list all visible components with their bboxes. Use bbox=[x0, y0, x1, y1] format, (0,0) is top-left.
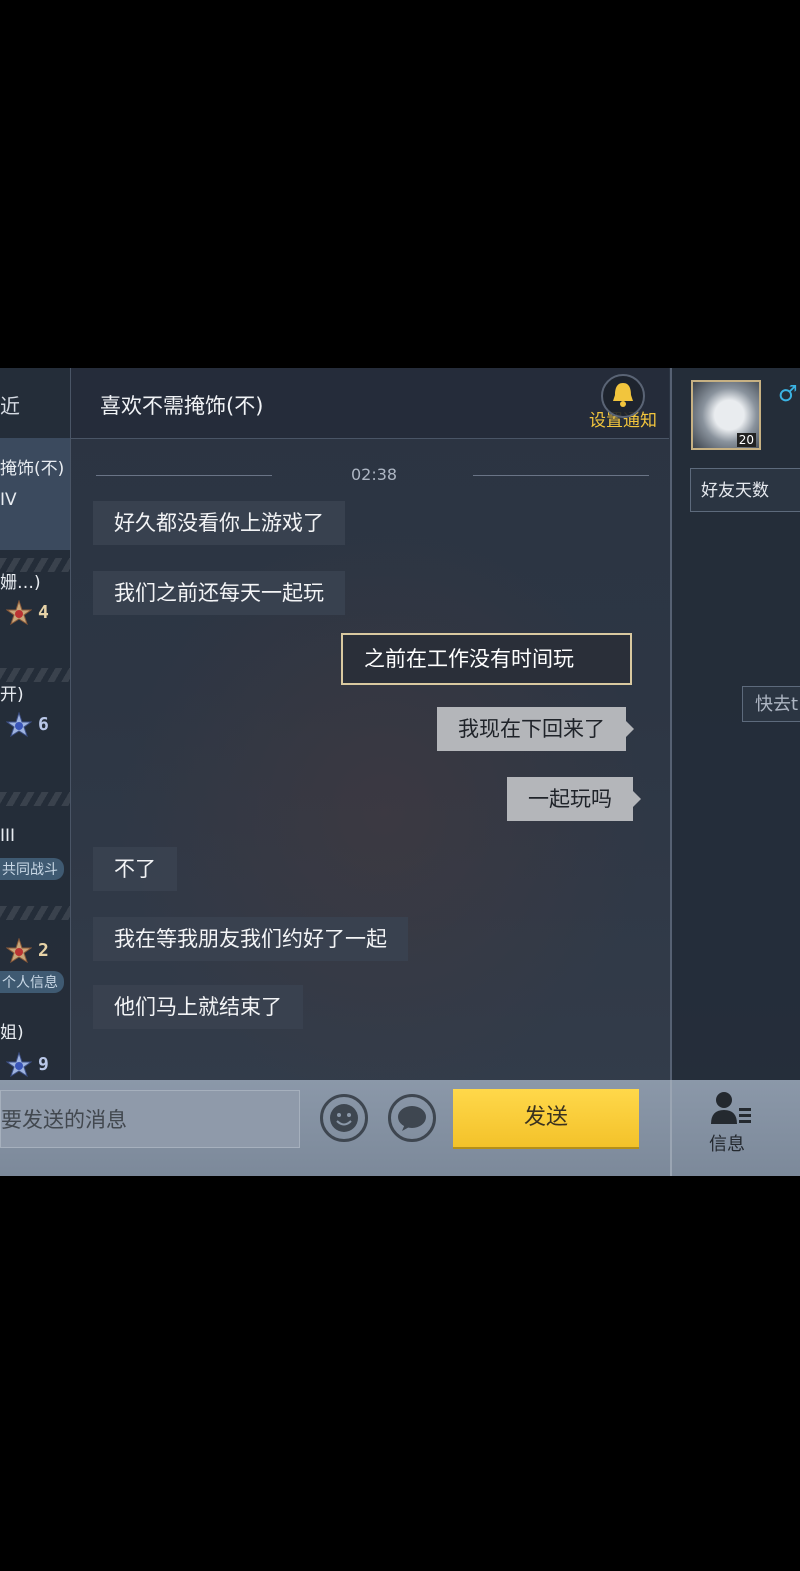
chat-messages[interactable]: 02:38 好久都没看你上游戏了 我们之前还每天一起玩 之前在工作没有时间玩 我… bbox=[71, 439, 669, 1079]
chat-title: 喜欢不需掩饰(不) bbox=[100, 394, 264, 418]
divider bbox=[96, 475, 272, 476]
friend-days-label: 好友天数 bbox=[690, 468, 800, 512]
notification-settings-button[interactable]: 设置通知 bbox=[584, 374, 662, 434]
info-tab[interactable]: 信息 bbox=[670, 1080, 800, 1176]
friend-rank: 9 bbox=[6, 1052, 49, 1078]
message-outgoing[interactable]: 一起玩吗 bbox=[507, 777, 641, 821]
timestamp: 02:38 bbox=[351, 465, 398, 484]
friend-name[interactable]: 姗…) bbox=[0, 568, 70, 593]
tab-recent[interactable]: 近 bbox=[0, 390, 20, 419]
divider bbox=[473, 475, 649, 476]
message-outgoing[interactable]: 之前在工作没有时间玩 bbox=[341, 633, 632, 685]
friend-rank: 4 bbox=[6, 600, 49, 626]
friend-info-panel: 20 ♂ 好友天数 快去t bbox=[670, 368, 800, 1080]
bell-icon bbox=[601, 374, 645, 418]
speech-bubble-icon bbox=[398, 1106, 426, 1131]
level-badge: 20 bbox=[736, 433, 756, 447]
status-badge: 个人信息 bbox=[0, 971, 64, 993]
voice-button[interactable] bbox=[388, 1094, 436, 1142]
message-incoming[interactable]: 好久都没看你上游戏了 bbox=[93, 501, 345, 545]
info-label: 信息 bbox=[709, 1134, 745, 1155]
message-incoming[interactable]: 我在等我朋友我们约好了一起 bbox=[93, 917, 408, 961]
friend-rank: 2 bbox=[6, 938, 49, 964]
message-input[interactable]: 要发送的消息 bbox=[0, 1090, 300, 1148]
input-bar: 要发送的消息 发送 信息 bbox=[0, 1080, 800, 1176]
message-incoming[interactable]: 我们之前还每天一起玩 bbox=[93, 571, 345, 615]
star-rank-icon bbox=[6, 600, 32, 626]
star-rank-icon bbox=[6, 712, 32, 738]
star-rank-icon bbox=[6, 1052, 32, 1078]
timestamp-row: 02:38 bbox=[96, 465, 649, 485]
friend-name[interactable]: 姐) bbox=[0, 1018, 70, 1043]
male-icon: ♂ bbox=[778, 382, 798, 407]
emoji-icon bbox=[330, 1104, 358, 1132]
quick-action-button[interactable]: 快去t bbox=[742, 686, 800, 722]
divider bbox=[0, 906, 70, 920]
status-badge: 共同战斗 bbox=[0, 858, 64, 880]
friend-name[interactable]: 开) bbox=[0, 680, 70, 705]
avatar[interactable]: 20 bbox=[691, 380, 761, 450]
star-rank-icon bbox=[6, 938, 32, 964]
message-outgoing[interactable]: 我现在下回来了 bbox=[437, 707, 634, 751]
send-button[interactable]: 发送 bbox=[453, 1089, 639, 1147]
message-text: 之前在工作没有时间玩 bbox=[364, 647, 574, 671]
friend-list[interactable]: 近 掩饰(不) IV 姗…) 4 开) 6 III 共同战斗 2 个人信息 姐)… bbox=[0, 368, 71, 1080]
message-incoming[interactable]: 不了 bbox=[93, 847, 177, 891]
game-chat-screen: 近 掩饰(不) IV 姗…) 4 开) 6 III 共同战斗 2 个人信息 姐)… bbox=[0, 368, 800, 1176]
friend-rank: 6 bbox=[6, 712, 49, 738]
profile-info-icon bbox=[711, 1092, 751, 1124]
friend-rank-text: IV bbox=[0, 490, 17, 510]
emoji-button[interactable] bbox=[320, 1094, 368, 1142]
chat-header: 喜欢不需掩饰(不) 设置通知 bbox=[71, 368, 669, 439]
divider bbox=[0, 792, 70, 806]
message-incoming[interactable]: 他们马上就结束了 bbox=[93, 985, 303, 1029]
friend-name: 掩饰(不) bbox=[0, 459, 65, 479]
friend-rank-text: III bbox=[0, 826, 16, 846]
